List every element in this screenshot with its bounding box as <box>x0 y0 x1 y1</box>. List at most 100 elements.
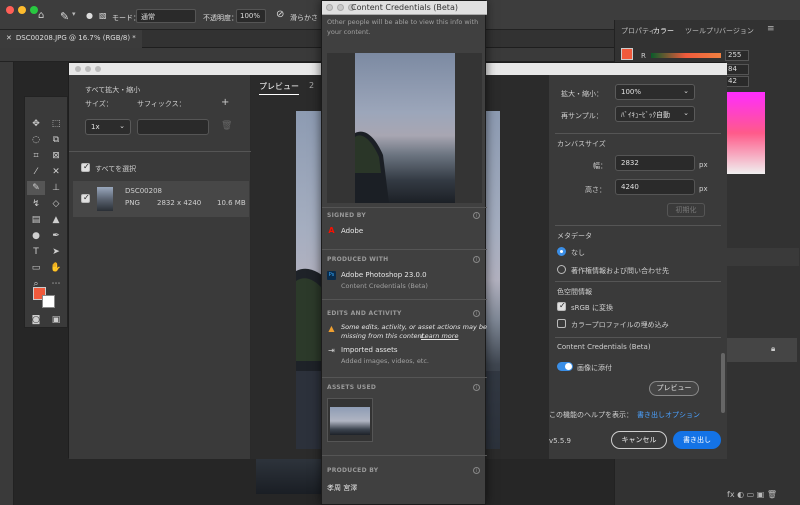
app-name: Adobe Photoshop 23.0.0 <box>341 271 427 279</box>
select-all-checkbox[interactable] <box>81 162 90 172</box>
red-value[interactable]: 255 <box>725 50 749 61</box>
gradient-tool-icon[interactable]: ▤ <box>27 213 45 227</box>
hand-tool-icon[interactable]: ✋ <box>47 261 65 275</box>
scale-dropdown[interactable]: 1x ⌄ <box>85 119 131 135</box>
learn-more-link[interactable]: Learn more <box>421 332 458 340</box>
layers-footer-icons[interactable]: fx ◐ ▭ ▣ 🗑︎ <box>727 490 799 504</box>
divider <box>322 377 487 378</box>
close-window-icon[interactable] <box>6 6 14 14</box>
tab-color[interactable]: カラー <box>653 26 674 36</box>
rectangle-tool-icon[interactable]: ▭ <box>27 261 45 275</box>
assets-used-heading: ASSETS USED <box>327 384 377 391</box>
pencil-tool-icon[interactable]: ✎ <box>60 10 69 23</box>
color-spectrum[interactable] <box>727 92 765 174</box>
blur-tool-icon[interactable]: ▲ <box>47 213 65 227</box>
scale-percent-dropdown[interactable]: 100% ⌄ <box>615 84 695 100</box>
screen-mode-icon[interactable]: ▣ <box>47 313 65 327</box>
metadata-none-radio[interactable] <box>557 247 566 256</box>
eyedropper-tool-icon[interactable]: ⁄ <box>27 165 45 179</box>
eraser-tool-icon[interactable]: ◇ <box>47 197 65 211</box>
help-link[interactable]: 書き出しオプション <box>637 410 700 420</box>
info-icon[interactable]: i <box>473 467 480 474</box>
tab-preview[interactable]: プレビュー <box>259 81 299 95</box>
convert-srgb-checkbox[interactable] <box>557 301 566 311</box>
warning-line-2: missing from this content. <box>341 332 427 340</box>
trash-icon[interactable]: 🗑︎ <box>221 121 232 131</box>
pressure-opacity-icon[interactable]: ⊘ <box>276 9 284 20</box>
suffix-input[interactable] <box>137 119 209 135</box>
close-dialog-icon[interactable] <box>75 66 81 72</box>
asset-row[interactable]: DSC00208 PNG 2832 x 4240 10.6 MB <box>73 181 249 217</box>
healing-tool-icon[interactable]: ✕ <box>47 165 65 179</box>
reset-button[interactable]: 初期化 <box>667 203 705 217</box>
blue-value[interactable]: 42 <box>725 76 749 87</box>
select-all-label: すべてを選択 <box>95 165 137 173</box>
tab-2[interactable]: 2 <box>309 81 314 90</box>
asset-checkbox[interactable] <box>81 193 90 203</box>
opacity-input[interactable]: 100% <box>236 9 266 23</box>
resample-label: 再サンプル： <box>561 112 603 120</box>
scale-all-heading: すべて拡大・縮小 <box>85 86 141 94</box>
object-selection-icon[interactable]: ⧉ <box>47 133 65 147</box>
background-color-swatch[interactable] <box>42 295 55 308</box>
panel-menu-icon[interactable]: ≡ <box>767 24 775 34</box>
brush-preset-icon[interactable]: ● <box>86 11 93 20</box>
add-scale-icon[interactable]: + <box>221 97 229 108</box>
history-brush-icon[interactable]: ↯ <box>27 197 45 211</box>
layer-row[interactable] <box>727 338 797 362</box>
quick-mask-icon[interactable]: ◙ <box>27 313 45 327</box>
tab-properties[interactable]: プロパティ <box>621 26 656 36</box>
info-icon[interactable]: i <box>473 212 480 219</box>
info-icon[interactable]: i <box>473 384 480 391</box>
resample-value: ﾊﾞｲｷｭｰﾋﾞｯｸ自動 <box>621 111 670 119</box>
chevron-down-icon[interactable]: ▾ <box>72 10 76 18</box>
color-swatch[interactable] <box>621 48 633 60</box>
metadata-copyright-radio[interactable] <box>557 265 566 274</box>
path-selection-icon[interactable]: ➤ <box>47 245 65 259</box>
settings-scrollbar[interactable] <box>721 353 725 413</box>
marquee-tool-icon[interactable]: ⬚ <box>47 117 65 131</box>
zoom-dialog-icon[interactable] <box>95 66 101 72</box>
width-input[interactable]: 2832 <box>615 155 695 171</box>
red-slider[interactable] <box>651 53 721 58</box>
metadata-heading: メタデータ <box>557 232 592 240</box>
divider <box>322 455 487 456</box>
frame-tool-icon[interactable]: ⊠ <box>47 149 65 163</box>
green-value[interactable]: 84 <box>725 64 749 75</box>
cancel-button[interactable]: キャンセル <box>611 431 667 449</box>
attach-credentials-toggle[interactable] <box>557 362 573 371</box>
lasso-tool-icon[interactable]: ◌ <box>27 133 45 147</box>
document-tab[interactable]: ✕ DSC00208.JPG @ 16.7% (RGB/8) * <box>0 30 142 48</box>
embed-profile-checkbox[interactable] <box>557 319 566 328</box>
zoom-window-icon[interactable] <box>30 6 38 14</box>
canvas-size-heading: カンバスサイズ <box>557 140 606 148</box>
stamp-tool-icon[interactable]: ⊥ <box>47 181 65 195</box>
lock-icon[interactable]: 🔒︎ <box>771 344 775 354</box>
mode-dropdown[interactable]: 通常 <box>136 9 196 23</box>
asset-used-image <box>330 407 370 435</box>
pen-tool-icon[interactable]: ✒ <box>47 229 65 243</box>
info-icon[interactable]: i <box>473 310 480 317</box>
credentials-preview-button[interactable]: プレビュー <box>649 381 699 396</box>
tab-tool-presets[interactable]: ツールプリ <box>685 26 720 36</box>
minimize-dialog-icon[interactable] <box>85 66 91 72</box>
tab-versions[interactable]: バージョン <box>719 26 754 36</box>
crop-tool-icon[interactable]: ⌗ <box>27 149 45 163</box>
dodge-tool-icon[interactable]: ● <box>27 229 45 243</box>
height-input[interactable]: 4240 <box>615 179 695 195</box>
move-tool-icon[interactable]: ✥ <box>27 117 45 131</box>
brush-settings-icon[interactable]: ▧ <box>99 11 107 20</box>
pencil-tool-icon[interactable]: ✎ <box>27 181 45 195</box>
type-tool-icon[interactable]: T <box>27 245 45 259</box>
cc-intro-line-1: Other people will be able to view this i… <box>327 18 479 26</box>
asset-used-thumbnail[interactable] <box>327 398 373 442</box>
minimize-window-icon[interactable] <box>18 6 26 14</box>
home-icon[interactable]: ⌂ <box>38 10 44 21</box>
resample-dropdown[interactable]: ﾊﾞｲｷｭｰﾋﾞｯｸ自動 ⌄ <box>615 106 695 122</box>
export-button[interactable]: 書き出し <box>673 431 721 449</box>
scale-percent-value: 100% <box>621 88 642 96</box>
info-icon[interactable]: i <box>473 256 480 263</box>
more-tools-icon[interactable]: ⋯ <box>47 277 65 291</box>
close-tab-icon[interactable]: ✕ <box>6 34 12 42</box>
smoothing-label: 滑らかさ <box>290 14 318 22</box>
